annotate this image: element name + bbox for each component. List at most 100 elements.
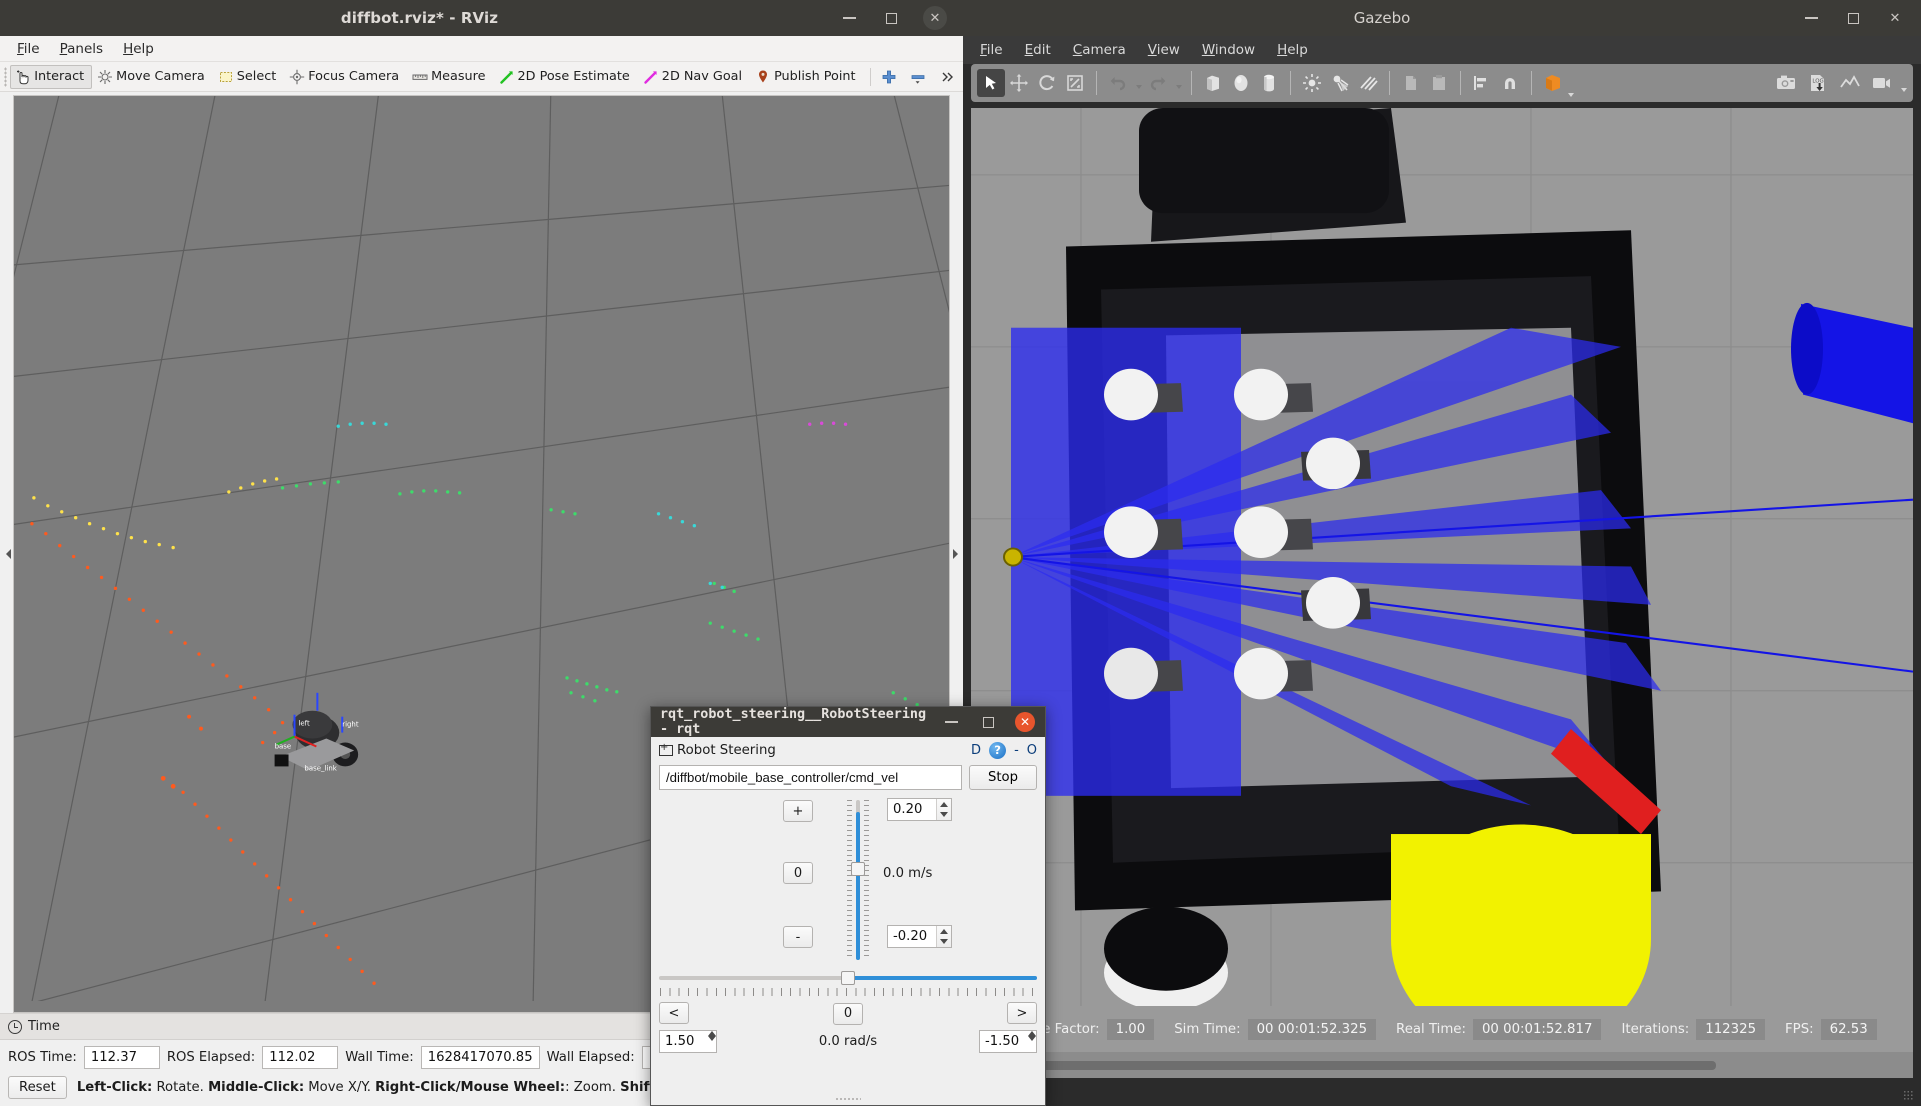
tool-publish-point[interactable]: Publish Point (750, 65, 863, 89)
maximize-icon[interactable] (978, 712, 998, 732)
resize-grip-icon[interactable] (835, 1097, 861, 1101)
box-shape-icon[interactable] (1199, 69, 1227, 97)
minimize-icon[interactable] (839, 8, 859, 28)
remove-tool-button[interactable] (905, 65, 934, 89)
spot-light-icon[interactable] (1326, 69, 1354, 97)
gz-menu-camera[interactable]: Camera (1064, 39, 1135, 61)
close-icon[interactable]: ✕ (1885, 8, 1905, 28)
undo-icon[interactable] (1104, 69, 1132, 97)
view-angle-dropdown-caret-icon[interactable] (1568, 93, 1574, 97)
spin-down-icon[interactable] (708, 1036, 716, 1041)
tool-focus-camera[interactable]: Focus Camera (284, 65, 407, 89)
toolbar-overflow-button[interactable] (934, 65, 963, 89)
angular-right-button[interactable]: > (1007, 1002, 1037, 1024)
video-dropdown-caret-icon[interactable] (1901, 88, 1907, 92)
wall-time-value[interactable]: 1628417070.85 (421, 1046, 540, 1069)
linear-decrease-button[interactable]: - (783, 926, 813, 948)
close-icon[interactable]: ✕ (923, 6, 947, 30)
angular-velocity-slider[interactable] (659, 970, 1037, 986)
view-angle-box-icon[interactable] (1539, 69, 1567, 97)
snap-magnet-icon[interactable] (1496, 69, 1524, 97)
redo-dropdown-caret-icon[interactable] (1172, 69, 1184, 97)
copy-icon[interactable] (1397, 69, 1425, 97)
spin-down-icon[interactable] (937, 937, 951, 948)
video-record-icon[interactable] (1868, 69, 1896, 97)
sphere-shape-icon[interactable] (1227, 69, 1255, 97)
point-light-icon[interactable] (1298, 69, 1326, 97)
dock-label[interactable]: D (971, 743, 981, 758)
tool-measure[interactable]: Measure (407, 65, 493, 89)
add-tool-button[interactable] (876, 65, 905, 89)
rotate-icon[interactable] (1033, 69, 1061, 97)
gazebo-3d-viewport[interactable] (971, 108, 1913, 1006)
gazebo-toolbar-right: LOG (1772, 69, 1907, 97)
ros-time-value[interactable]: 112.37 (84, 1046, 160, 1069)
minimize-icon[interactable] (941, 712, 961, 732)
translate-move-icon[interactable] (1005, 69, 1033, 97)
spin-down-icon[interactable] (1028, 1036, 1036, 1041)
angular-max-input[interactable] (660, 1031, 708, 1052)
align-icon[interactable] (1468, 69, 1496, 97)
angular-zero-button[interactable]: 0 (833, 1003, 863, 1025)
spin-down-icon[interactable] (937, 810, 951, 821)
screenshot-camera-icon[interactable] (1772, 69, 1800, 97)
tool-move-camera[interactable]: Move Camera (92, 65, 213, 89)
plugin-close-label[interactable]: O (1027, 743, 1037, 758)
dock-widget-icon[interactable] (659, 745, 673, 756)
reset-button[interactable]: Reset (8, 1076, 67, 1099)
gz-menu-file[interactable]: File (971, 39, 1012, 61)
help-icon[interactable]: ? (989, 742, 1006, 759)
menu-help[interactable]: Help (114, 38, 163, 60)
maximize-icon[interactable] (1843, 8, 1863, 28)
plot-chart-icon[interactable] (1836, 69, 1864, 97)
redo-icon[interactable] (1144, 69, 1172, 97)
stop-button[interactable]: Stop (969, 765, 1037, 790)
spin-up-icon[interactable] (937, 926, 951, 937)
scale-icon[interactable] (1061, 69, 1089, 97)
tool-select[interactable]: Select (213, 65, 284, 89)
linear-min-input[interactable] (888, 926, 936, 947)
linear-velocity-slider[interactable] (847, 800, 869, 960)
log-save-icon[interactable]: LOG (1804, 69, 1832, 97)
minimize-icon[interactable] (1801, 8, 1821, 28)
angular-min-spin-arrows[interactable] (1028, 1031, 1036, 1052)
tool-interact[interactable]: Interact (10, 65, 92, 89)
linear-max-input[interactable] (888, 799, 936, 820)
toolbar-grip[interactable] (4, 67, 7, 87)
gz-menu-view[interactable]: View (1139, 39, 1189, 61)
angular-min-input[interactable] (980, 1031, 1028, 1052)
linear-zero-button[interactable]: 0 (783, 862, 813, 884)
angular-max-spinbox[interactable] (659, 1030, 717, 1053)
linear-slider-handle[interactable] (851, 862, 865, 876)
cmd-vel-topic-input[interactable] (659, 765, 962, 790)
dash-label[interactable]: - (1014, 743, 1019, 758)
undo-dropdown-caret-icon[interactable] (1132, 69, 1144, 97)
spin-up-icon[interactable] (937, 799, 951, 810)
angular-max-spin-arrows[interactable] (708, 1031, 716, 1052)
menu-panels[interactable]: Panels (51, 38, 112, 60)
angular-left-button[interactable]: < (659, 1002, 689, 1024)
gz-menu-edit[interactable]: Edit (1016, 39, 1060, 61)
left-panel-expander[interactable] (3, 95, 13, 1013)
cylinder-shape-icon[interactable] (1255, 69, 1283, 97)
menu-file[interactable]: File (8, 38, 49, 60)
angular-slider-handle[interactable] (841, 971, 855, 985)
gz-menu-window[interactable]: Window (1193, 39, 1264, 61)
linear-increase-button[interactable]: + (783, 800, 813, 822)
paste-icon[interactable] (1425, 69, 1453, 97)
gazebo-scrollbar[interactable] (981, 1061, 1716, 1070)
close-icon[interactable]: ✕ (1015, 712, 1035, 732)
gz-menu-help[interactable]: Help (1268, 39, 1317, 61)
linear-min-spinbox[interactable] (887, 925, 952, 948)
linear-min-spin-arrows[interactable] (936, 926, 951, 947)
angular-min-spinbox[interactable] (979, 1030, 1037, 1053)
tool-2d-nav-goal[interactable]: 2D Nav Goal (638, 65, 750, 89)
arrow-select-icon[interactable] (977, 69, 1005, 97)
tool-2d-pose-estimate[interactable]: 2D Pose Estimate (494, 65, 638, 89)
ros-elapsed-value[interactable]: 112.02 (262, 1046, 338, 1069)
linear-max-spin-arrows[interactable] (936, 799, 951, 820)
directional-light-icon[interactable] (1354, 69, 1382, 97)
resize-grip-icon[interactable] (1903, 1090, 1913, 1100)
linear-max-spinbox[interactable] (887, 798, 952, 821)
maximize-icon[interactable] (881, 8, 901, 28)
